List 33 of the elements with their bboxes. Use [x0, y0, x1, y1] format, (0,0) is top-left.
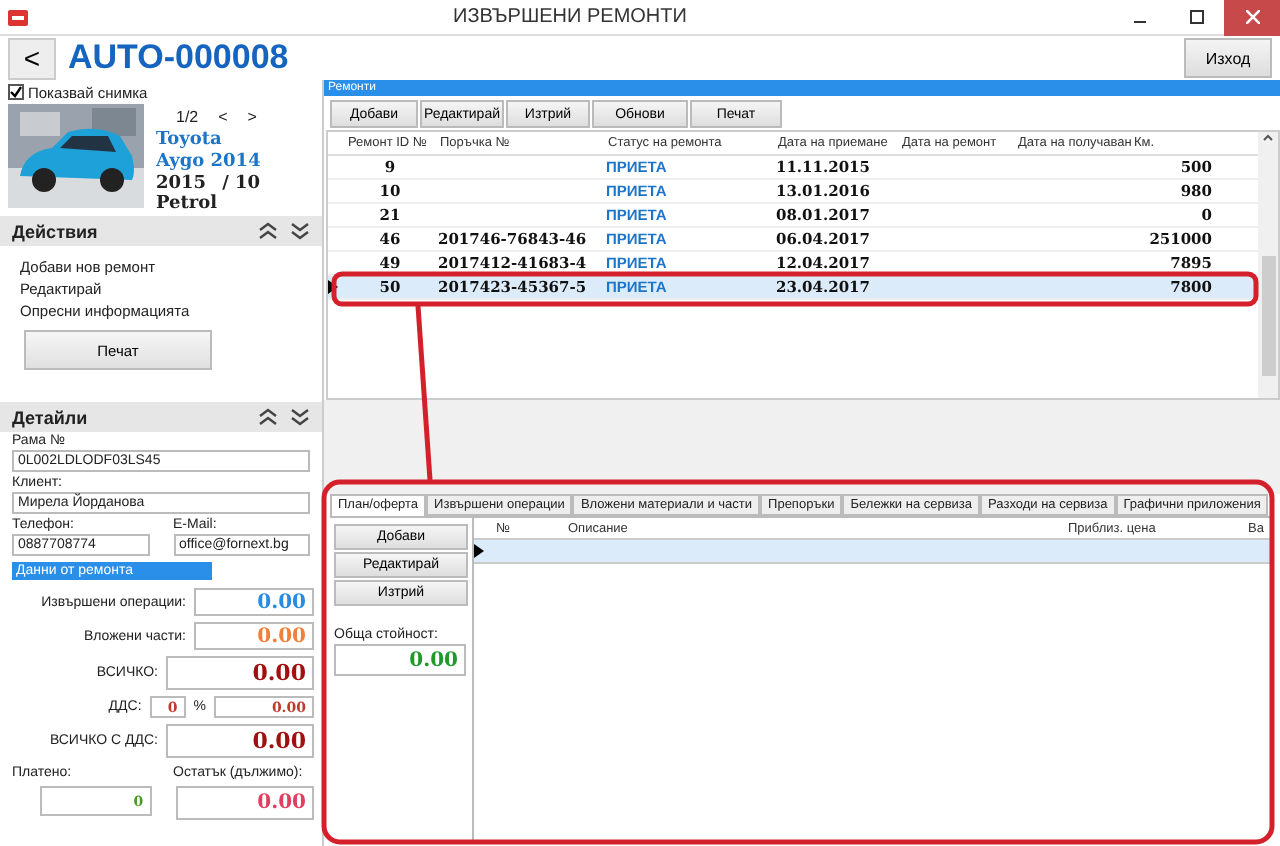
previous-photo-button[interactable]: <: [218, 108, 228, 126]
vehicle-make: Toyota: [156, 130, 224, 152]
record-code: AUTO-000008: [68, 38, 291, 78]
scroll-up-icon[interactable]: [1262, 132, 1274, 144]
collapse-icon[interactable]: [258, 222, 278, 240]
panel-title: Детайли: [12, 407, 90, 427]
close-button[interactable]: [1224, 0, 1280, 35]
expand-icon[interactable]: [290, 408, 310, 426]
row-pointer-icon: [474, 544, 484, 558]
next-photo-button[interactable]: >: [247, 108, 257, 126]
total-value: 0.00: [334, 644, 466, 676]
vehicle-fuel: Petrol: [156, 194, 220, 214]
remainder-value: 0.00: [175, 786, 314, 820]
row-pointer-icon: [328, 280, 338, 294]
summary-value: 0.00: [194, 588, 314, 616]
collapse-icon[interactable]: [258, 408, 278, 426]
vehicle-model: Aygo 2014: [156, 152, 261, 174]
vehicle-month: / 10: [222, 174, 261, 194]
summary-value: 0.00: [166, 724, 314, 758]
maximize-icon: [1189, 10, 1203, 24]
expand-icon[interactable]: [290, 222, 310, 240]
app-logo-icon: [8, 9, 28, 25]
close-icon: [1245, 10, 1259, 24]
back-button[interactable]: <: [8, 37, 56, 79]
panel-title: Действия: [12, 221, 100, 241]
show-photo-checkbox[interactable]: [8, 84, 24, 100]
vehicle-year: 2015: [156, 174, 207, 194]
summary-value: 0.00: [166, 656, 314, 690]
scrollbar[interactable]: [1258, 132, 1278, 398]
summary-value: 0.00: [194, 622, 314, 650]
photo-counter: 1/2: [176, 108, 199, 126]
window-title: ИЗВЪРШЕНИ РЕМОНТИ: [451, 6, 689, 28]
exit-button[interactable]: Изход: [1184, 38, 1272, 78]
